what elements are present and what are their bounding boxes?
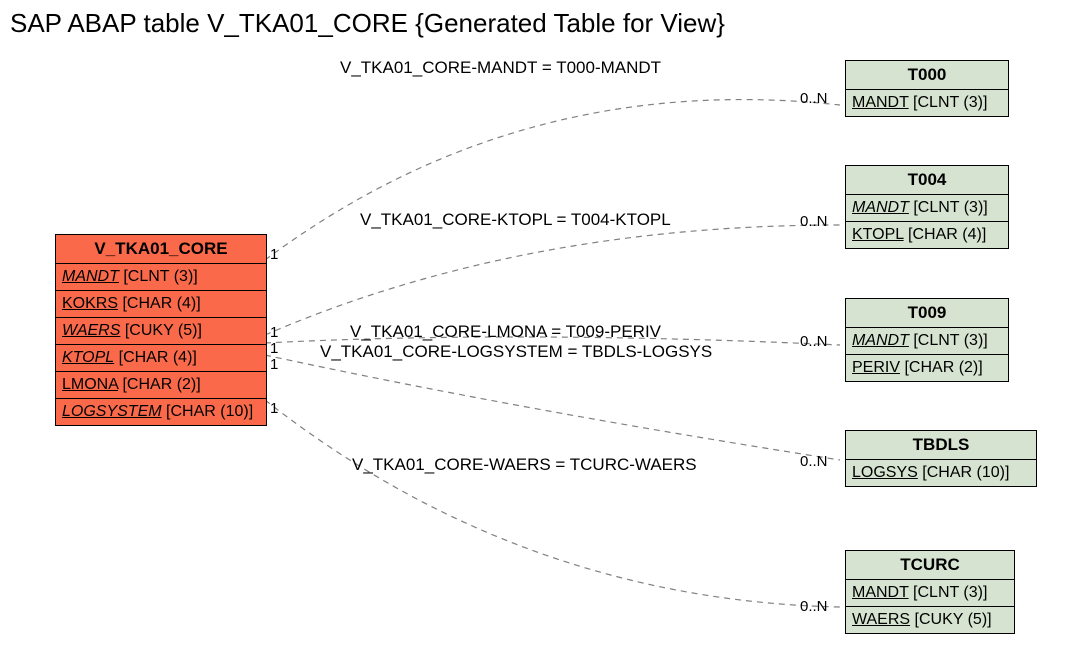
card-left-5: 1 (270, 400, 278, 417)
entity-header: T009 (846, 299, 1008, 328)
card-right-1: 0..N (800, 90, 828, 107)
rel-label-lmona: V_TKA01_CORE-LMONA = T009-PERIV (350, 322, 661, 342)
entity-row: MANDT [CLNT (3)] (846, 580, 1014, 607)
diagram-stage: SAP ABAP table V_TKA01_CORE {Generated T… (0, 0, 1075, 655)
card-right-4: 0..N (800, 453, 828, 470)
entity-main-header: V_TKA01_CORE (56, 235, 266, 264)
entity-row: KTOPL [CHAR (4)] (846, 222, 1008, 248)
entity-main-row: MANDT [CLNT (3)] (56, 264, 266, 291)
rel-line-ktopl (265, 225, 840, 335)
entity-row: MANDT [CLNT (3)] (846, 328, 1008, 355)
rel-line-waers (265, 400, 840, 607)
card-left-4: 1 (270, 356, 278, 373)
card-right-3: 0..N (800, 333, 828, 350)
rel-label-ktopl: V_TKA01_CORE-KTOPL = T004-KTOPL (360, 210, 671, 230)
entity-row: PERIV [CHAR (2)] (846, 355, 1008, 381)
entity-tcurc: TCURC MANDT [CLNT (3)] WAERS [CUKY (5)] (845, 550, 1015, 634)
entity-main-row: WAERS [CUKY (5)] (56, 318, 266, 345)
card-left-2: 1 (270, 324, 278, 341)
entity-row: MANDT [CLNT (3)] (846, 90, 1008, 116)
card-left-3: 1 (270, 340, 278, 357)
entity-header: T004 (846, 166, 1008, 195)
card-right-5: 0..N (800, 598, 828, 615)
entity-header: TBDLS (846, 431, 1036, 460)
card-right-2: 0..N (800, 213, 828, 230)
entity-main-row: KOKRS [CHAR (4)] (56, 291, 266, 318)
entity-main: V_TKA01_CORE MANDT [CLNT (3)] KOKRS [CHA… (55, 234, 267, 426)
entity-row: WAERS [CUKY (5)] (846, 607, 1014, 633)
entity-header: T000 (846, 61, 1008, 90)
entity-main-row: LMONA [CHAR (2)] (56, 372, 266, 399)
rel-line-logsystem (265, 355, 840, 460)
entity-main-row: LOGSYSTEM [CHAR (10)] (56, 399, 266, 425)
entity-header: TCURC (846, 551, 1014, 580)
entity-main-row: KTOPL [CHAR (4)] (56, 345, 266, 372)
entity-row: LOGSYS [CHAR (10)] (846, 460, 1036, 486)
entity-t000: T000 MANDT [CLNT (3)] (845, 60, 1009, 117)
entity-t009: T009 MANDT [CLNT (3)] PERIV [CHAR (2)] (845, 298, 1009, 382)
rel-label-mandt: V_TKA01_CORE-MANDT = T000-MANDT (340, 58, 661, 78)
entity-t004: T004 MANDT [CLNT (3)] KTOPL [CHAR (4)] (845, 165, 1009, 249)
diagram-title: SAP ABAP table V_TKA01_CORE {Generated T… (10, 8, 725, 39)
card-left-1: 1 (270, 246, 278, 263)
rel-line-mandt (265, 100, 840, 260)
entity-tbdls: TBDLS LOGSYS [CHAR (10)] (845, 430, 1037, 487)
rel-label-waers: V_TKA01_CORE-WAERS = TCURC-WAERS (352, 455, 697, 475)
rel-label-logsystem: V_TKA01_CORE-LOGSYSTEM = TBDLS-LOGSYS (320, 342, 712, 362)
entity-row: MANDT [CLNT (3)] (846, 195, 1008, 222)
